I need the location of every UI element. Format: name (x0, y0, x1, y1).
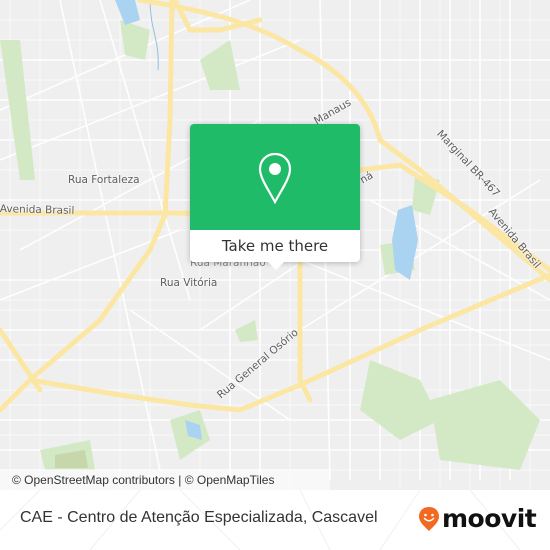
destination-popup: Take me there (190, 124, 360, 270)
popup-header[interactable] (190, 124, 360, 230)
street-label-avenida-brasil-west: Avenida Brasil (0, 203, 75, 217)
popup-pointer (268, 262, 284, 270)
moovit-logo[interactable]: moovit (418, 504, 537, 533)
map[interactable]: Rua Fortaleza Avenida Brasil Rua Maranhã… (0, 0, 550, 490)
map-attribution[interactable]: © OpenStreetMap contributors | © OpenMap… (0, 469, 330, 490)
place-title: CAE - Centro de Atenção Especializada, C… (20, 509, 378, 526)
street-label-rua-fortaleza: Rua Fortaleza (68, 174, 140, 186)
take-me-there-button[interactable]: Take me there (190, 230, 360, 262)
street-label-rua-vitoria: Rua Vitória (160, 277, 218, 289)
footer: CAE - Centro de Atenção Especializada, C… (0, 490, 550, 550)
moovit-pin-smiley-icon (419, 506, 439, 531)
moovit-wordmark: moovit (442, 504, 537, 533)
location-pin-icon (258, 152, 292, 204)
